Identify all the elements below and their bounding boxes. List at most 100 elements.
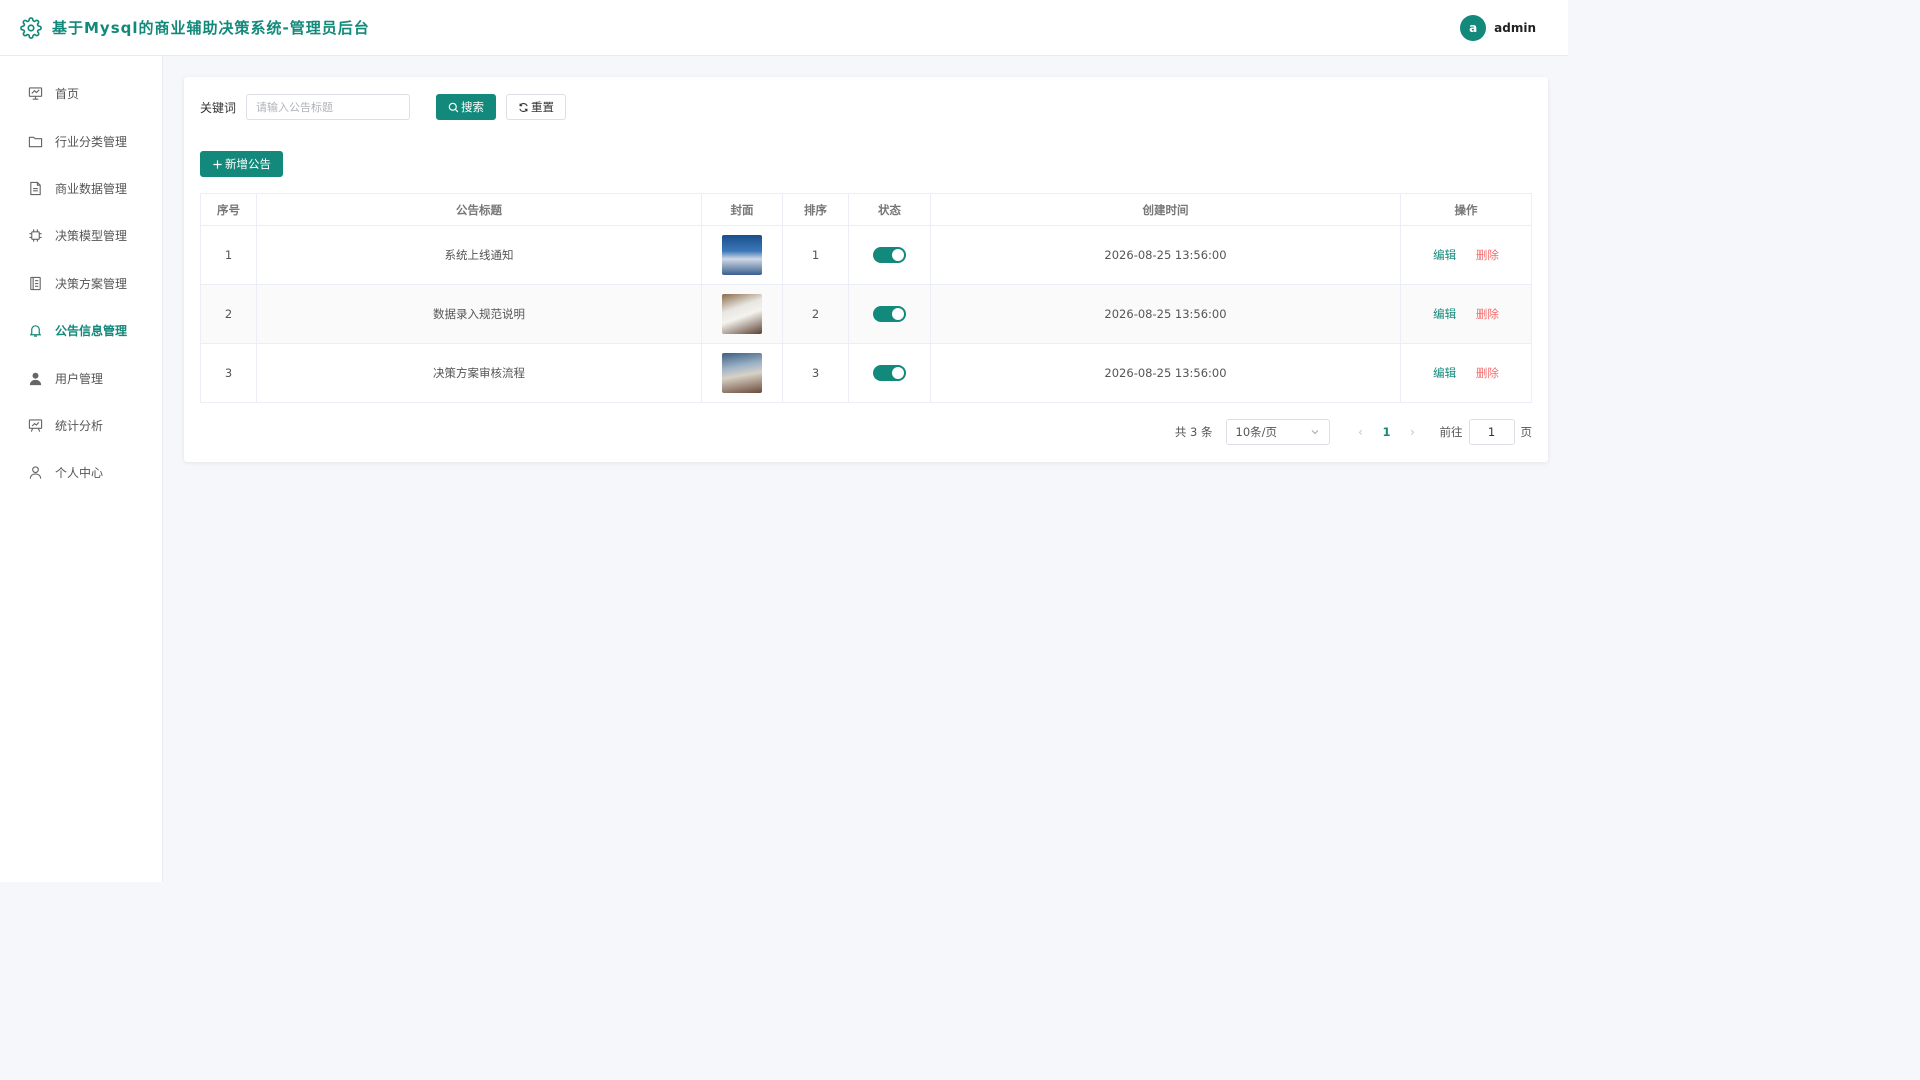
column-header-index: 序号	[200, 193, 257, 226]
cell-actions: 编辑 删除	[1400, 284, 1532, 344]
cell-status	[848, 284, 931, 344]
sidebar-item-users[interactable]: 用户管理	[0, 354, 162, 401]
cover-thumbnail[interactable]	[722, 294, 762, 334]
delete-link[interactable]: 删除	[1476, 366, 1499, 380]
column-header-created: 创建时间	[930, 193, 1401, 226]
add-announcement-button[interactable]: 新增公告	[200, 151, 283, 177]
search-icon	[448, 102, 459, 112]
cell-created: 2026-08-25 13:56:00	[930, 284, 1401, 344]
sidebar-item-decision-plan[interactable]: 决策方案管理	[0, 260, 162, 307]
sidebar-item-industry-category[interactable]: 行业分类管理	[0, 117, 162, 164]
sidebar-item-business-data[interactable]: 商业数据管理	[0, 165, 162, 212]
column-header-sort: 排序	[782, 193, 849, 226]
sidebar-item-profile[interactable]: 个人中心	[0, 449, 162, 496]
cell-sort: 3	[782, 343, 849, 403]
user-icon	[29, 466, 42, 479]
cell-index: 1	[200, 225, 257, 285]
cell-actions: 编辑 删除	[1400, 225, 1532, 285]
next-page-icon[interactable]: ›	[1400, 425, 1426, 439]
cell-created: 2026-08-25 13:56:00	[930, 225, 1401, 285]
sidebar-item-label: 首页	[55, 87, 80, 102]
refresh-icon	[519, 102, 528, 112]
user-solid-icon	[29, 372, 42, 385]
sidebar-item-label: 统计分析	[55, 418, 104, 433]
cell-title: 系统上线通知	[256, 225, 702, 285]
chevron-down-icon	[1311, 430, 1318, 435]
dashboard-icon	[28, 87, 43, 100]
edit-link[interactable]: 编辑	[1433, 366, 1456, 380]
column-header-actions: 操作	[1400, 193, 1532, 226]
cell-title: 数据录入规范说明	[256, 284, 702, 344]
user-menu[interactable]: a admin	[1460, 14, 1548, 41]
username[interactable]: admin	[1494, 21, 1536, 35]
cell-cover	[701, 343, 783, 403]
goto-page-input[interactable]	[1468, 419, 1515, 445]
edit-link[interactable]: 编辑	[1433, 307, 1456, 321]
cell-status	[848, 343, 931, 403]
page-number[interactable]: 1	[1374, 425, 1400, 439]
delete-link[interactable]: 删除	[1476, 248, 1499, 262]
sidebar-item-announcements[interactable]: 公告信息管理	[0, 307, 162, 354]
top-bar: 基于Mysql的商业辅助决策系统-管理员后台 a admin	[0, 0, 1568, 56]
edit-link[interactable]: 编辑	[1433, 248, 1456, 262]
column-header-status: 状态	[848, 193, 931, 226]
status-toggle[interactable]	[873, 247, 906, 263]
delete-link[interactable]: 删除	[1476, 307, 1499, 321]
document-icon	[30, 181, 41, 196]
search-bar: 关键词 搜索 重置	[200, 94, 567, 120]
cell-actions: 编辑 删除	[1400, 343, 1532, 403]
cell-title: 决策方案审核流程	[256, 343, 702, 403]
status-toggle[interactable]	[873, 306, 906, 322]
cell-cover	[701, 225, 783, 285]
keyword-input[interactable]	[246, 94, 411, 120]
avatar[interactable]: a	[1460, 14, 1487, 41]
cover-thumbnail[interactable]	[722, 353, 762, 393]
plus-icon	[213, 159, 222, 169]
notebook-icon	[30, 276, 41, 290]
page-size-value: 10条/页	[1235, 425, 1278, 439]
pagination: 共 3 条 10条/页 ‹ 1 › 前往 页	[1175, 419, 1532, 445]
content-card: 关键词 搜索 重置 新增公告 序号 公告标题 封面 排序 状态 创建时间 操作	[184, 77, 1548, 462]
status-toggle[interactable]	[873, 365, 906, 381]
chip-icon	[29, 229, 42, 242]
folder-icon	[28, 136, 43, 147]
add-button-label: 新增公告	[225, 157, 271, 171]
announcement-table: 序号 公告标题 封面 排序 状态 创建时间 操作 1 系统上线通知 1 2026…	[200, 193, 1532, 403]
reset-button[interactable]: 重置	[506, 94, 567, 120]
bell-icon	[29, 325, 42, 337]
sidebar-item-label: 个人中心	[55, 466, 104, 481]
sidebar-item-home[interactable]: 首页	[0, 70, 162, 117]
sidebar-item-statistics[interactable]: 统计分析	[0, 402, 162, 449]
goto-label: 前往	[1439, 425, 1463, 439]
column-header-cover: 封面	[701, 193, 783, 226]
cell-index: 2	[200, 284, 257, 344]
keyword-label: 关键词	[200, 100, 237, 115]
cell-created: 2026-08-25 13:56:00	[930, 343, 1401, 403]
sidebar-item-label: 公告信息管理	[55, 324, 128, 339]
gear-icon	[20, 16, 42, 39]
reset-button-label: 重置	[531, 100, 555, 114]
sidebar: 首页 行业分类管理 商业数据管理 决策模型管理 决策方案管理 公告信息管理 用户…	[0, 56, 163, 882]
presentation-icon	[28, 419, 43, 432]
sidebar-item-label: 商业数据管理	[55, 181, 128, 196]
sidebar-item-label: 行业分类管理	[55, 134, 128, 149]
sidebar-item-label: 决策方案管理	[55, 276, 128, 291]
search-button[interactable]: 搜索	[436, 94, 497, 120]
sidebar-item-decision-model[interactable]: 决策模型管理	[0, 212, 162, 259]
cell-cover	[701, 284, 783, 344]
total-count: 共 3 条	[1174, 425, 1213, 439]
sidebar-item-label: 用户管理	[55, 371, 104, 386]
column-header-title: 公告标题	[256, 193, 702, 226]
cover-thumbnail[interactable]	[722, 235, 762, 275]
table-header-row: 序号 公告标题 封面 排序 状态 创建时间 操作	[200, 193, 1532, 226]
search-button-label: 搜索	[461, 100, 485, 114]
cell-index: 3	[200, 343, 257, 403]
page-suffix: 页	[1520, 425, 1533, 439]
table-row: 3 决策方案审核流程 3 2026-08-25 13:56:00 编辑 删除	[200, 343, 1532, 403]
cell-sort: 1	[782, 225, 849, 285]
table-row: 2 数据录入规范说明 2 2026-08-25 13:56:00 编辑 删除	[200, 284, 1532, 344]
app-title: 基于Mysql的商业辅助决策系统-管理员后台	[52, 19, 370, 37]
prev-page-icon[interactable]: ‹	[1348, 425, 1374, 439]
page-size-select[interactable]: 10条/页	[1225, 419, 1330, 445]
cell-status	[848, 225, 931, 285]
